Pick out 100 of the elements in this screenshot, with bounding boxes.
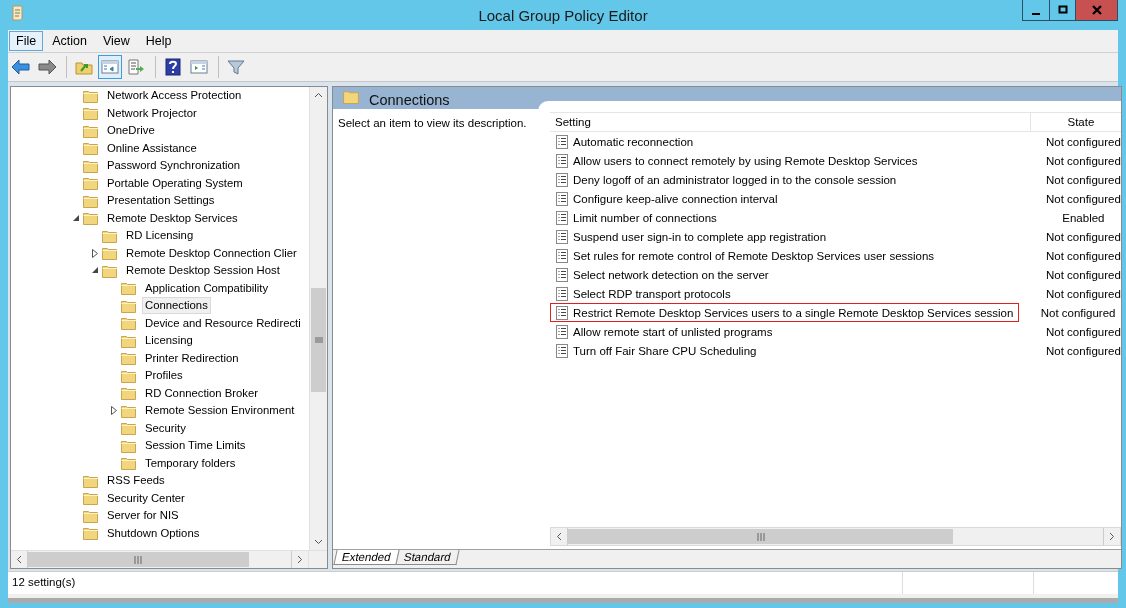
- setting-name[interactable]: Automatic reconnection: [573, 135, 694, 148]
- close-icon: [1091, 5, 1102, 15]
- scroll-thumb[interactable]: [311, 288, 326, 392]
- setting-name[interactable]: Configure keep-alive connection interval: [573, 192, 778, 205]
- tree-item[interactable]: Security: [142, 419, 189, 437]
- folder-icon: [83, 141, 99, 156]
- setting-icon: [556, 343, 568, 358]
- tree-item[interactable]: RD Licensing: [123, 227, 197, 245]
- setting-state: Not configured: [1045, 268, 1121, 281]
- setting-name[interactable]: Suspend user sign-in to complete app registration: [573, 230, 827, 243]
- status-text: 12 setting(s): [11, 575, 77, 590]
- tree-item[interactable]: Remote Session Environment: [142, 402, 298, 420]
- tree-item[interactable]: Device and Resource Redirecti: [142, 314, 304, 332]
- tree-item[interactable]: Printer Redirection: [142, 349, 242, 367]
- close-button[interactable]: [1075, 0, 1117, 20]
- setting-state: Not configured: [1045, 192, 1121, 205]
- expanded-arrow-icon[interactable]: [73, 214, 80, 222]
- folder-icon: [102, 228, 118, 243]
- horizontal-scrollbar[interactable]: [11, 550, 327, 568]
- setting-icon: [556, 324, 568, 339]
- tree-item[interactable]: Shutdown Options: [104, 524, 203, 542]
- folder-icon: [83, 491, 99, 506]
- tree-item[interactable]: OneDrive: [104, 122, 158, 140]
- folder-icon: [83, 176, 99, 191]
- view-tab[interactable]: Standard: [395, 550, 459, 565]
- folder-icon: [121, 386, 137, 401]
- section-title: Connections: [369, 91, 450, 108]
- tree-item[interactable]: Network Projector: [104, 104, 200, 122]
- setting-name[interactable]: Select network detection on the server: [573, 268, 769, 281]
- scroll-thumb[interactable]: [568, 529, 954, 544]
- setting-icon: [556, 172, 568, 187]
- folder-icon: [121, 351, 137, 366]
- menu-item[interactable]: File: [9, 31, 44, 51]
- setting-icon: [556, 267, 568, 282]
- tree-item[interactable]: Session Time Limits: [142, 437, 249, 455]
- expanded-arrow-icon[interactable]: [92, 267, 99, 275]
- folder-icon: [121, 421, 137, 436]
- setting-icon: [556, 153, 568, 168]
- vertical-scrollbar[interactable]: [309, 87, 327, 550]
- tree-item[interactable]: Server for NIS: [104, 507, 182, 525]
- scroll-left-icon[interactable]: [556, 532, 562, 541]
- tree-item[interactable]: RD Connection Broker: [142, 384, 262, 402]
- setting-icon: [556, 134, 568, 149]
- setting-state: Not configured: [1045, 287, 1121, 300]
- setting-state: Not configured: [1045, 230, 1121, 243]
- tree-item[interactable]: Presentation Settings: [104, 192, 218, 210]
- setting-state: Not configured: [1045, 154, 1121, 167]
- scroll-down-icon[interactable]: [314, 539, 323, 545]
- folder-icon: [121, 316, 137, 331]
- setting-icon: [556, 191, 568, 206]
- tree-item[interactable]: Remote Desktop Connection Clier: [123, 244, 300, 262]
- tree-item[interactable]: Application Compatibility: [142, 279, 272, 297]
- description-text: Select an item to view its description.: [338, 117, 527, 129]
- setting-name[interactable]: Limit number of connections: [573, 211, 717, 224]
- setting-name[interactable]: Turn off Fair Share CPU Scheduling: [573, 344, 757, 357]
- folder-icon: [121, 368, 137, 383]
- folder-icon: [121, 333, 137, 348]
- tree-item[interactable]: RSS Feeds: [104, 472, 168, 490]
- scroll-thumb[interactable]: [28, 552, 249, 567]
- collapsed-arrow-icon[interactable]: [111, 406, 117, 416]
- folder-icon: [83, 508, 99, 523]
- tree-item[interactable]: Portable Operating System: [104, 174, 246, 192]
- tree-item[interactable]: Online Assistance: [104, 139, 200, 157]
- setting-name[interactable]: Set rules for remote control of Remote Desktop Services user sessions: [573, 249, 935, 262]
- folder-icon: [343, 89, 360, 104]
- setting-state: Not configured: [1045, 249, 1121, 262]
- setting-name[interactable]: Allow remote start of unlisted programs: [573, 325, 773, 338]
- tree-item[interactable]: Licensing: [142, 332, 196, 350]
- scroll-left-icon[interactable]: [16, 555, 22, 564]
- tree-item[interactable]: Network Access Protection: [104, 87, 245, 105]
- menu-item[interactable]: Help: [138, 31, 179, 51]
- setting-icon: [556, 210, 568, 225]
- scroll-right-icon[interactable]: [297, 555, 303, 564]
- setting-name[interactable]: Allow users to connect remotely by using Remote Desktop Services: [573, 154, 918, 167]
- tree-item[interactable]: Remote Desktop Session Host: [123, 262, 283, 280]
- folder-icon: [83, 123, 99, 138]
- setting-state: Enabled: [1061, 211, 1106, 224]
- setting-state: Not configured: [1045, 135, 1121, 148]
- view-tab[interactable]: Extended: [333, 550, 400, 565]
- scroll-right-icon[interactable]: [1108, 532, 1115, 541]
- column-header[interactable]: Setting: [550, 113, 1030, 131]
- horizontal-scrollbar[interactable]: [550, 527, 1121, 546]
- minimize-icon: [1032, 13, 1040, 15]
- setting-name[interactable]: Select RDP transport protocols: [573, 287, 731, 300]
- folder-icon: [83, 193, 99, 208]
- tree-item[interactable]: Connections: [142, 297, 211, 315]
- setting-icon: [556, 286, 568, 301]
- tree-item[interactable]: Password Synchronization: [104, 157, 244, 175]
- scroll-up-icon[interactable]: [314, 92, 323, 98]
- menu-item[interactable]: Action: [45, 31, 94, 51]
- menu-item[interactable]: View: [95, 31, 137, 51]
- setting-state: Not configured: [1045, 173, 1121, 186]
- column-header[interactable]: State: [1030, 113, 1121, 131]
- setting-name[interactable]: Deny logoff of an administrator logged in to the console session: [573, 173, 897, 186]
- collapsed-arrow-icon[interactable]: [92, 248, 98, 258]
- show-tree-button[interactable]: [98, 55, 122, 79]
- tree-item[interactable]: Temporary folders: [142, 454, 239, 472]
- tree-item[interactable]: Profiles: [142, 367, 186, 385]
- tree-item[interactable]: Security Center: [104, 489, 188, 507]
- tree-item[interactable]: Remote Desktop Services: [104, 209, 241, 227]
